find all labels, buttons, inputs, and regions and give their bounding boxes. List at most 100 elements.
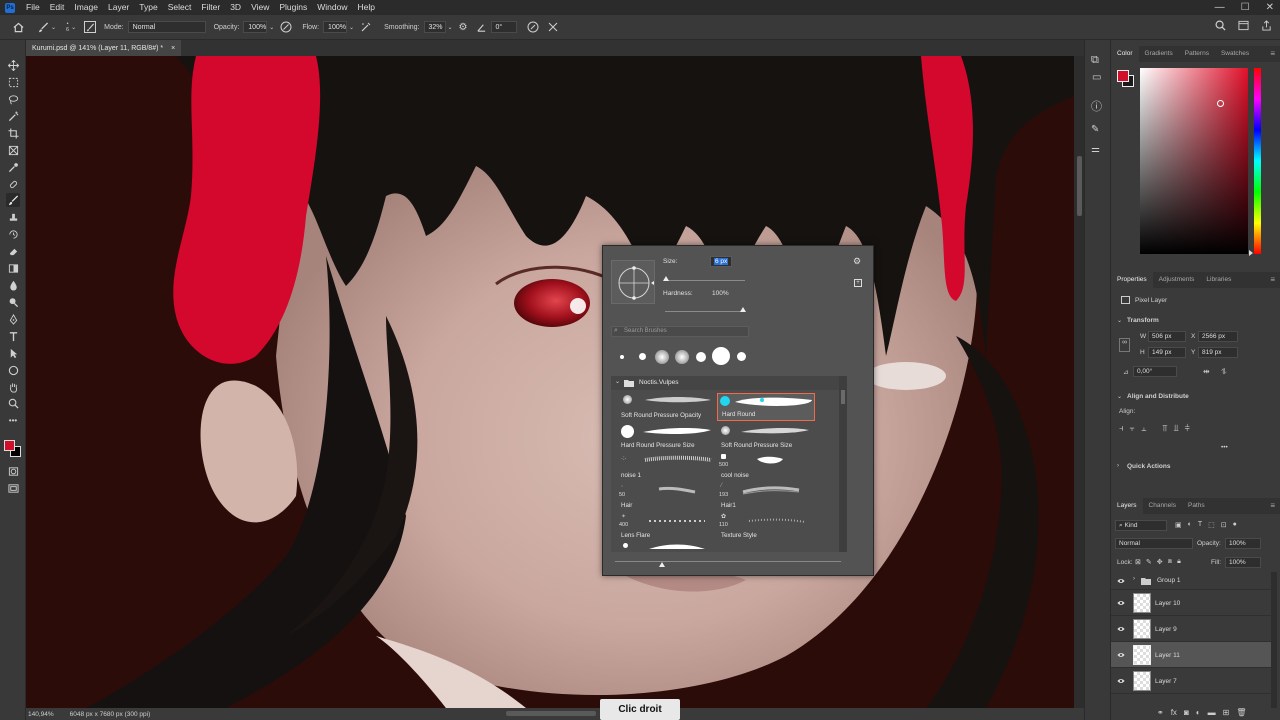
smoothing-chevron-icon[interactable]: ⌄: [448, 24, 453, 31]
brush-item[interactable]: Soft Round Pressure Opacity: [617, 393, 715, 421]
recent-brush-6[interactable]: [712, 347, 730, 365]
close-window-icon[interactable]: ✕: [1266, 2, 1274, 13]
filter-adjustment-icon[interactable]: ◐: [1188, 521, 1192, 529]
close-tab-icon[interactable]: ×: [171, 45, 175, 52]
properties-menu-icon[interactable]: ≡: [1264, 272, 1280, 288]
zoom-level[interactable]: 140,94%: [28, 711, 54, 718]
brush-list-scrollbar[interactable]: [839, 376, 847, 552]
align-right-icon[interactable]: ⫠: [1141, 423, 1146, 435]
opacity-chevron-icon[interactable]: ⌄: [269, 24, 274, 31]
clone-stamp-tool-icon[interactable]: [6, 210, 20, 224]
brush-angle-preview[interactable]: [611, 260, 655, 304]
tab-libraries[interactable]: Libraries: [1200, 272, 1237, 288]
minimize-icon[interactable]: —: [1215, 2, 1225, 13]
home-icon[interactable]: [12, 22, 24, 33]
smoothing-gear-icon[interactable]: ⚙: [459, 22, 468, 33]
hardness-slider-thumb[interactable]: [740, 307, 746, 312]
angle-field[interactable]: 0,00°: [1133, 366, 1177, 377]
hardness-value[interactable]: 100%: [712, 290, 729, 297]
lock-image-icon[interactable]: ✎: [1146, 558, 1152, 566]
filter-pixel-icon[interactable]: ▣: [1175, 521, 1182, 529]
menu-select[interactable]: Select: [163, 0, 197, 15]
filter-smart-icon[interactable]: ⊡: [1221, 521, 1227, 529]
align-hcenter-icon[interactable]: ⫟: [1130, 423, 1135, 435]
menu-plugins[interactable]: Plugins: [274, 0, 312, 15]
lasso-tool-icon[interactable]: [6, 92, 20, 106]
brush-item[interactable]: ·:· noise 1: [617, 453, 715, 481]
filter-type-icon[interactable]: T: [1198, 521, 1202, 529]
color-picker-cursor[interactable]: [1217, 100, 1224, 107]
delete-layer-icon[interactable]: 🗑︎: [1236, 708, 1246, 717]
brush-item[interactable]: [617, 543, 715, 552]
lock-transparent-icon[interactable]: ⊠: [1135, 558, 1141, 566]
blend-mode-select[interactable]: Normal: [1115, 538, 1193, 549]
hardness-slider-track[interactable]: [665, 311, 745, 312]
recent-brush-1[interactable]: [620, 355, 624, 359]
photoshop-logo-icon[interactable]: Ps: [5, 2, 15, 13]
layer-row[interactable]: Layer 9: [1111, 616, 1271, 642]
layers-scrollbar[interactable]: [1271, 572, 1277, 708]
visibility-eye-icon[interactable]: [1117, 599, 1125, 607]
layer-row[interactable]: Layer 10: [1111, 590, 1271, 616]
more-tools-icon[interactable]: •••: [6, 413, 20, 427]
airbrush-icon[interactable]: [360, 21, 372, 33]
brush-list-scroll-thumb[interactable]: [841, 390, 845, 404]
filter-toggle-icon[interactable]: ●: [1233, 521, 1237, 529]
foreground-color-swatch[interactable]: [4, 440, 15, 451]
gradient-tool-icon[interactable]: [6, 261, 20, 275]
menu-window[interactable]: Window: [312, 0, 352, 15]
eyedropper-tool-icon[interactable]: [6, 160, 20, 174]
zoom-tool-icon[interactable]: [6, 396, 20, 410]
type-tool-icon[interactable]: [6, 329, 20, 343]
pen-tool-icon[interactable]: [6, 312, 20, 326]
menu-3d[interactable]: 3D: [225, 0, 246, 15]
tab-gradients[interactable]: Gradients: [1139, 46, 1179, 62]
layers-menu-icon[interactable]: ≡: [1264, 498, 1280, 514]
filter-shape-icon[interactable]: ⬚: [1208, 521, 1215, 529]
menu-image[interactable]: Image: [69, 0, 103, 15]
flow-chevron-icon[interactable]: ⌄: [349, 24, 354, 31]
healing-brush-tool-icon[interactable]: [6, 177, 20, 191]
crop-tool-icon[interactable]: [6, 126, 20, 140]
layer-row-selected[interactable]: Layer 11: [1111, 642, 1271, 668]
align-chevron-icon[interactable]: ⌄: [1117, 393, 1122, 400]
more-options-icon[interactable]: •••: [1221, 444, 1228, 451]
color-field[interactable]: [1140, 68, 1248, 254]
brush-tool-icon[interactable]: [38, 21, 49, 33]
fx-icon[interactable]: fx: [1171, 708, 1177, 717]
brush-item[interactable]: Hard Round Pressure Size: [617, 423, 715, 451]
recent-brush-4[interactable]: [675, 350, 689, 364]
flip-vertical-icon[interactable]: ⥮: [1221, 367, 1227, 377]
menu-edit[interactable]: Edit: [45, 0, 70, 15]
brush-tool-active-icon[interactable]: [6, 193, 20, 207]
maximize-icon[interactable]: ☐: [1241, 2, 1250, 13]
smoothing-field[interactable]: 32%: [423, 21, 446, 33]
brush-item[interactable]: ✿ 110 Texture Style: [717, 513, 815, 541]
new-preset-icon[interactable]: +: [854, 279, 862, 287]
scroll-thumb[interactable]: [1077, 156, 1082, 216]
brush-item[interactable]: ▫ 50 Hair: [617, 483, 715, 511]
move-tool-icon[interactable]: [6, 58, 20, 72]
layer-row[interactable]: Layer 7: [1111, 668, 1271, 694]
ellipse-tool-icon[interactable]: [6, 363, 20, 377]
tab-properties[interactable]: Properties: [1111, 272, 1153, 288]
mode-select[interactable]: Normal: [127, 21, 206, 33]
layer-row-group[interactable]: › Group 1: [1111, 572, 1271, 590]
adjustments-panel-icon[interactable]: ⚌: [1091, 144, 1100, 155]
brushes-panel-icon[interactable]: ✎: [1091, 124, 1099, 135]
document-tab[interactable]: Kurumi.psd @ 141% (Layer 11, RGB/8#) * ×: [26, 40, 182, 56]
new-group-icon[interactable]: ▬: [1208, 708, 1216, 717]
flow-field[interactable]: 100%: [323, 21, 348, 33]
flip-horizontal-icon[interactable]: ⇹: [1203, 367, 1210, 376]
menu-type[interactable]: Type: [134, 0, 162, 15]
blur-tool-icon[interactable]: [6, 278, 20, 292]
fill-field[interactable]: 100%: [1225, 557, 1261, 568]
quick-mask-icon[interactable]: [6, 464, 20, 478]
tab-adjustments[interactable]: Adjustments: [1153, 272, 1201, 288]
brush-item[interactable]: Soft Round Pressure Size: [717, 423, 815, 451]
fg-color-chip[interactable]: [1117, 70, 1129, 82]
lock-position-icon[interactable]: ✥: [1157, 558, 1163, 566]
width-field[interactable]: 506 px: [1148, 331, 1186, 342]
tab-color[interactable]: Color: [1111, 46, 1139, 62]
preview-size-slider-thumb[interactable]: [659, 562, 665, 567]
